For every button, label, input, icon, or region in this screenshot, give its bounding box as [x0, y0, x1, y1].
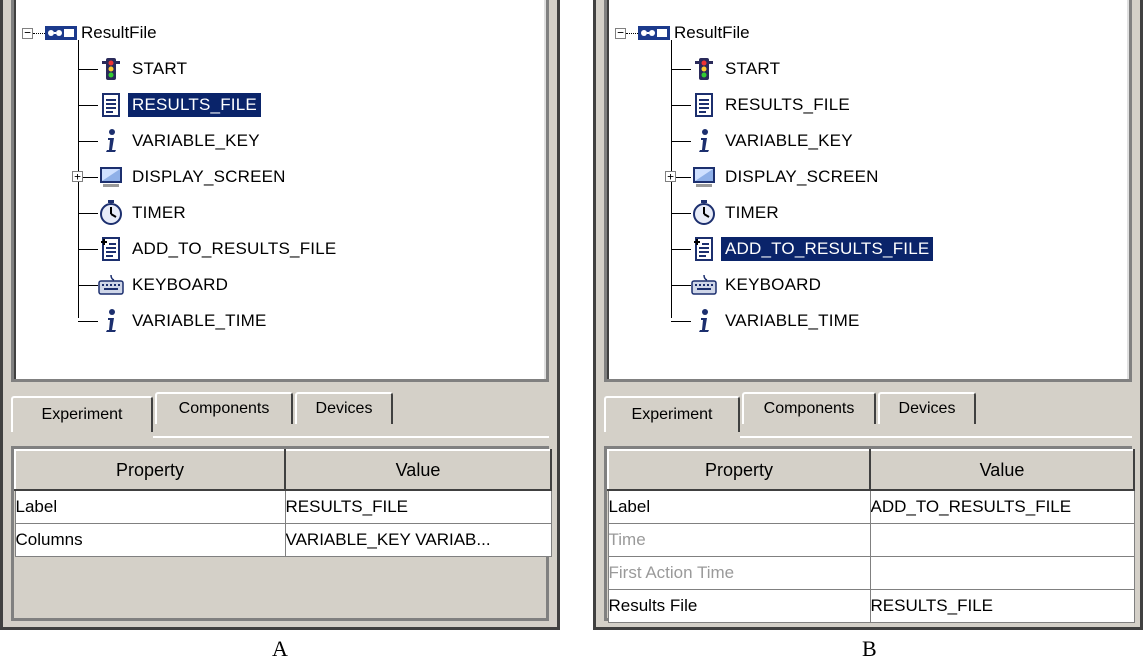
- property-value-cell[interactable]: RESULTS_FILE: [869, 588, 1135, 623]
- property-column-header[interactable]: Property: [607, 449, 871, 491]
- tree-node[interactable]: VARIABLE_KEY: [671, 124, 857, 158]
- experiment-tree: − ResultFile START RESULTS_FILE VARIABLE_K…: [11, 0, 549, 382]
- property-value-cell[interactable]: RESULTS_FILE: [284, 489, 552, 524]
- tab-components[interactable]: Components: [155, 392, 293, 424]
- tree-node[interactable]: RESULTS_FILE: [78, 88, 261, 122]
- traffic-light-icon: [691, 56, 717, 82]
- tree-node[interactable]: RESULTS_FILE: [671, 88, 854, 122]
- tree-root-label: ResultFile: [81, 23, 157, 42]
- property-row[interactable]: Label ADD_TO_RESULTS_FILE: [607, 489, 1135, 524]
- tree-node-label: DISPLAY_SCREEN: [132, 167, 286, 186]
- property-row[interactable]: Time: [607, 522, 1135, 557]
- info-icon: [98, 308, 124, 334]
- value-column-header[interactable]: Value: [284, 449, 552, 491]
- property-name-cell: Time: [607, 522, 871, 557]
- property-value-cell[interactable]: VARIABLE_KEY VARIAB...: [284, 522, 552, 557]
- experiment-root-icon: [45, 26, 77, 40]
- property-grid: Property Value Label ADD_TO_RESULTS_FILE T…: [604, 446, 1135, 623]
- traffic-light-icon: [98, 56, 124, 82]
- tree-node[interactable]: VARIABLE_KEY: [78, 124, 264, 158]
- tree-node-label: VARIABLE_TIME: [132, 311, 267, 330]
- monitor-icon: [98, 164, 124, 190]
- tree-node-label: VARIABLE_KEY: [725, 131, 853, 150]
- caption-a: A: [272, 636, 288, 661]
- tab-experiment[interactable]: Experiment: [604, 396, 740, 432]
- document-icon: [691, 92, 717, 118]
- tree-node-label: KEYBOARD: [132, 275, 229, 294]
- tree-node-label: TIMER: [132, 203, 186, 222]
- collapse-icon[interactable]: −: [615, 27, 626, 39]
- property-row[interactable]: Columns VARIABLE_KEY VARIAB...: [14, 522, 552, 557]
- property-grid: Property Value Label RESULTS_FILE Columns V…: [11, 446, 552, 621]
- tree-node-label: TIMER: [725, 203, 779, 222]
- tree-node-label: ADD_TO_RESULTS_FILE: [132, 239, 337, 258]
- tree-root[interactable]: − ResultFile: [615, 20, 750, 46]
- tab-devices[interactable]: Devices: [878, 392, 976, 424]
- tree-node[interactable]: ADD_TO_RESULTS_FILE: [671, 232, 934, 266]
- expand-icon[interactable]: +: [665, 171, 676, 182]
- experiment-root-icon: [638, 26, 670, 40]
- document-add-icon: [691, 236, 717, 262]
- caption-b: B: [862, 636, 877, 661]
- value-column-header[interactable]: Value: [869, 449, 1135, 491]
- info-icon: [691, 128, 717, 154]
- expand-icon[interactable]: +: [72, 171, 83, 182]
- tree-node-label: RESULTS_FILE: [128, 93, 261, 117]
- tree-node[interactable]: START: [671, 52, 784, 86]
- keyboard-icon: [98, 272, 124, 298]
- panel-a: − ResultFile START RESULTS_FILE VARIABLE_K…: [0, 0, 560, 630]
- tree-root-label: ResultFile: [674, 23, 750, 42]
- property-value-cell[interactable]: ADD_TO_RESULTS_FILE: [869, 489, 1135, 524]
- keyboard-icon: [691, 272, 717, 298]
- tree-node-label: START: [725, 59, 781, 78]
- document-add-icon: [98, 236, 124, 262]
- tab-components[interactable]: Components: [742, 392, 876, 424]
- tree-node[interactable]: VARIABLE_TIME: [671, 304, 864, 338]
- experiment-tree: − ResultFile START RESULTS_FILE VARIABLE_K…: [604, 0, 1132, 382]
- tab-experiment[interactable]: Experiment: [11, 396, 153, 432]
- tree-node-label: VARIABLE_KEY: [132, 131, 260, 150]
- property-row[interactable]: Label RESULTS_FILE: [14, 489, 552, 524]
- monitor-icon: [691, 164, 717, 190]
- tree-node-label: VARIABLE_TIME: [725, 311, 860, 330]
- tree-node-label: ADD_TO_RESULTS_FILE: [721, 237, 934, 261]
- property-row[interactable]: Results File RESULTS_FILE: [607, 588, 1135, 623]
- property-name-cell: Label: [607, 489, 871, 524]
- property-name-cell: Label: [14, 489, 286, 524]
- property-row[interactable]: First Action Time: [607, 555, 1135, 590]
- tree-node[interactable]: + DISPLAY_SCREEN: [72, 160, 290, 194]
- property-name-cell: Columns: [14, 522, 286, 557]
- stopwatch-icon: [98, 200, 124, 226]
- info-icon: [98, 128, 124, 154]
- property-name-cell: First Action Time: [607, 555, 871, 590]
- info-icon: [691, 308, 717, 334]
- tree-node[interactable]: KEYBOARD: [671, 268, 825, 302]
- tree-node[interactable]: ADD_TO_RESULTS_FILE: [78, 232, 340, 266]
- property-value-cell[interactable]: [869, 522, 1135, 557]
- tree-node[interactable]: + DISPLAY_SCREEN: [665, 160, 883, 194]
- tree-root[interactable]: − ResultFile: [22, 20, 157, 46]
- tree-node[interactable]: TIMER: [671, 196, 783, 230]
- tree-node-label: DISPLAY_SCREEN: [725, 167, 879, 186]
- collapse-icon[interactable]: −: [22, 27, 33, 39]
- property-name-cell: Results File: [607, 588, 871, 623]
- tree-node[interactable]: VARIABLE_TIME: [78, 304, 271, 338]
- stopwatch-icon: [691, 200, 717, 226]
- tree-node-label: KEYBOARD: [725, 275, 822, 294]
- tree-node[interactable]: START: [78, 52, 191, 86]
- panel-b: − ResultFile START RESULTS_FILE VARIABLE_K…: [593, 0, 1143, 630]
- property-column-header[interactable]: Property: [14, 449, 286, 491]
- tree-node-label: START: [132, 59, 188, 78]
- tree-node-label: RESULTS_FILE: [725, 95, 850, 114]
- tree-node[interactable]: KEYBOARD: [78, 268, 232, 302]
- tab-devices[interactable]: Devices: [295, 392, 393, 424]
- document-icon: [98, 92, 124, 118]
- property-value-cell[interactable]: [869, 555, 1135, 590]
- tree-node[interactable]: TIMER: [78, 196, 190, 230]
